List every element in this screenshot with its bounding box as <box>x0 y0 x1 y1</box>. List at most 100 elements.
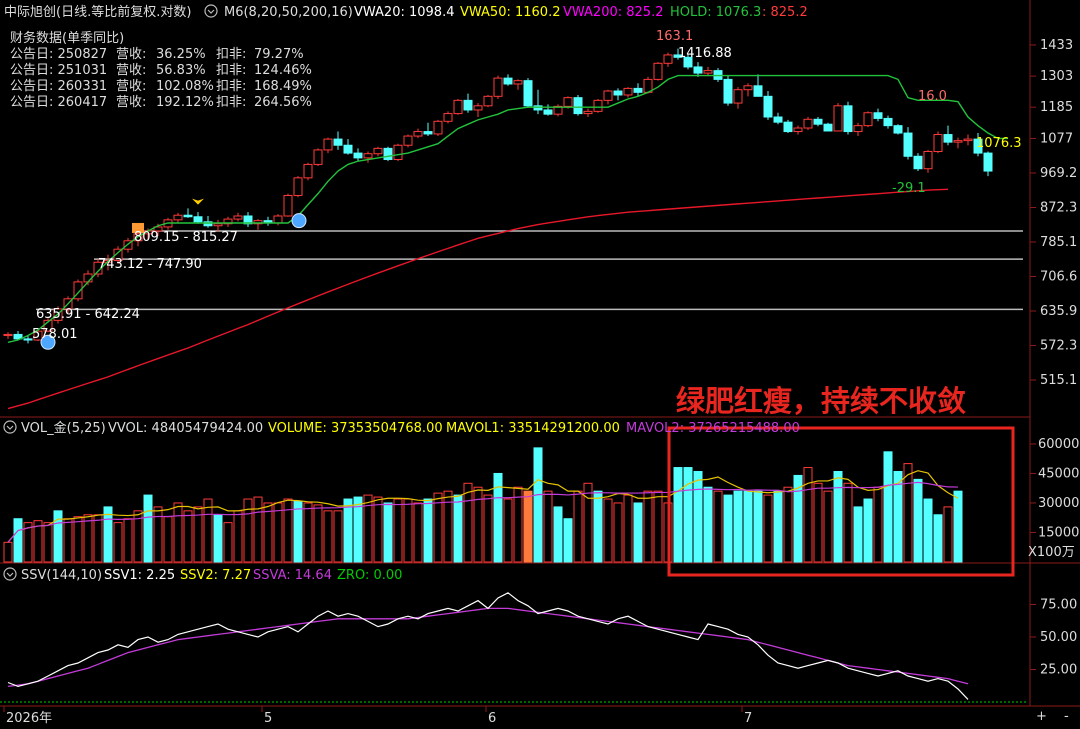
signal-marker[interactable] <box>291 213 307 229</box>
candle-body <box>173 214 183 221</box>
candle <box>833 103 843 132</box>
candle-body <box>373 147 383 155</box>
candle-body <box>303 163 313 179</box>
volume-bar <box>223 522 233 563</box>
candle <box>783 119 793 134</box>
candle-body <box>483 95 493 107</box>
volume-bar <box>643 490 653 563</box>
volume-axis: 60000 45000 30000 15000 <box>1030 437 1079 540</box>
candle-body <box>593 99 603 112</box>
price-tick-label: 635.9 <box>1040 304 1077 319</box>
volume-bar <box>413 502 423 563</box>
ssv-indicator-name[interactable]: SSV(144,10) <box>21 568 102 583</box>
candle <box>343 139 353 155</box>
finance-row-revenue-label: 营收: <box>116 63 146 78</box>
candle-body <box>843 105 853 133</box>
candle <box>793 125 803 135</box>
price-axis: 1433 1303 1185 1077 969.2 872.3 785.1 706.6 635.… <box>1030 38 1077 388</box>
candle-body <box>943 134 953 143</box>
ssv-tick-label: 50.00 <box>1040 630 1077 645</box>
mavol2-value: MAVOL2: 37265215488.00 <box>626 421 800 436</box>
candle <box>383 146 393 162</box>
volume-bar <box>743 490 753 563</box>
candle <box>893 124 903 135</box>
candle <box>543 104 553 116</box>
candle <box>413 128 423 139</box>
candle <box>483 94 493 108</box>
chart-title: 中际旭创(日线.等比前复权.对数) <box>4 4 191 20</box>
volume-bar <box>623 494 633 563</box>
candle-body <box>783 121 793 133</box>
candle <box>303 162 313 181</box>
volume-bar <box>453 494 463 563</box>
finance-row-np-label: 扣非: <box>216 63 246 78</box>
volume-bar <box>693 470 703 563</box>
candle <box>843 101 853 135</box>
candle-body <box>343 144 353 154</box>
volume-bar <box>583 482 593 563</box>
volume-bar <box>883 451 893 563</box>
price-tick-label: 1185 <box>1040 100 1073 115</box>
candle <box>863 111 873 128</box>
candle <box>983 151 993 177</box>
candle <box>493 75 503 100</box>
stock-chart-canvas[interactable]: 1433 1303 1185 1077 969.2 872.3 785.1 706.6 635.… <box>0 0 1080 729</box>
volume-bar <box>163 516 173 563</box>
volume-bar <box>3 541 13 563</box>
ssv-settings-icon[interactable] <box>3 567 17 581</box>
range-label-3: 809.15 - 815.27 <box>134 230 238 245</box>
finance-table: 公告日: 250827 营收: 36.25% 扣非: 79.27% 公告日: 251031… <box>10 47 312 110</box>
candle-body <box>453 99 463 115</box>
volume-bar <box>733 490 743 563</box>
indicator-name[interactable]: M6(8,20,50,200,16) <box>224 5 353 20</box>
candle <box>603 89 613 105</box>
volume-indicator-name[interactable]: VOL_金(5,25) <box>21 420 106 436</box>
volume-tick-label: 15000 <box>1038 525 1079 540</box>
volume-bar <box>943 506 953 563</box>
high-percent-label: 163.1 <box>656 29 693 44</box>
candle <box>813 117 823 127</box>
finance-row-np: 264.56% <box>254 95 312 110</box>
candle-body <box>543 109 553 115</box>
butterfly-icon[interactable] <box>192 198 204 205</box>
volume-bar <box>703 486 713 563</box>
candle-body <box>423 131 433 135</box>
candle-body <box>613 90 623 96</box>
candle-body <box>433 120 443 135</box>
volume-bar <box>543 490 553 563</box>
volume-bar <box>173 502 183 563</box>
hold-value: HOLD: 1076.3 <box>670 5 761 20</box>
candle-body <box>813 118 823 125</box>
finance-row-np-label: 扣非: <box>216 79 246 94</box>
candle <box>933 131 943 154</box>
pct-16-label: 16.0 <box>918 89 947 104</box>
volume-bar <box>473 486 483 563</box>
candle <box>853 122 863 137</box>
candle-body <box>323 138 333 151</box>
candle <box>693 62 703 77</box>
volume-bar <box>823 490 833 563</box>
indicator-settings-icon[interactable] <box>204 4 218 18</box>
candle <box>323 137 333 154</box>
candle-body <box>393 144 403 161</box>
candle-body <box>183 214 193 218</box>
candle-body <box>873 112 883 119</box>
ssv1-value: SSV1: 2.25 <box>104 568 175 583</box>
candle <box>733 87 743 109</box>
candle-body <box>503 77 513 85</box>
zoom-out-button[interactable]: - <box>1064 709 1069 724</box>
volume-settings-icon[interactable] <box>3 420 17 434</box>
low-price-label: 578.01 <box>32 327 78 342</box>
candle-body <box>213 223 223 227</box>
candle <box>703 66 713 76</box>
volume-bar <box>113 522 123 563</box>
zoom-in-button[interactable]: + <box>1036 709 1047 724</box>
candle <box>363 151 373 163</box>
ssva-line <box>7 607 969 688</box>
candle <box>333 131 343 150</box>
volume-bar <box>43 522 53 563</box>
candle <box>873 108 883 122</box>
candle-body <box>803 118 813 129</box>
volume-bar <box>283 498 293 563</box>
candle <box>523 78 533 108</box>
